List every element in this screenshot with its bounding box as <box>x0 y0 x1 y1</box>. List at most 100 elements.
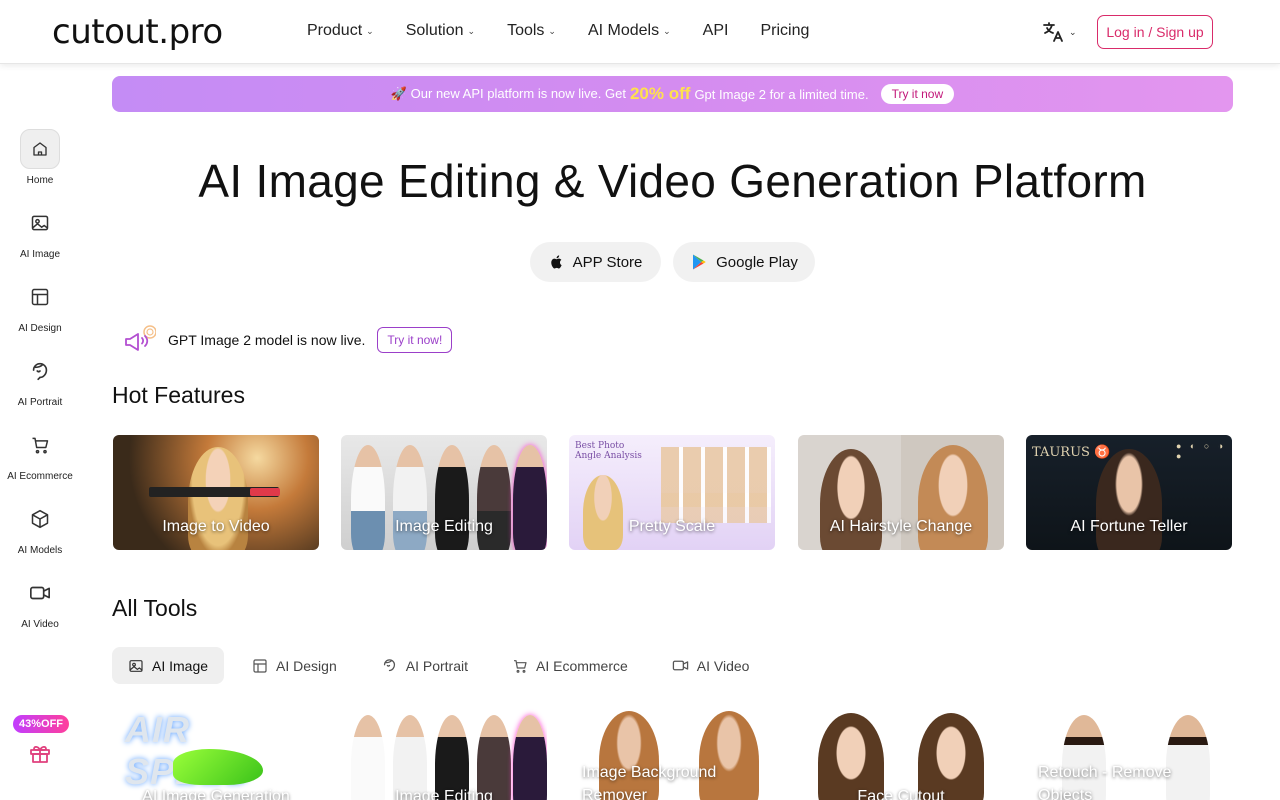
chevron-down-icon: ⌄ <box>663 25 671 36</box>
tool-card-image-editing[interactable]: Image Editing <box>341 705 547 800</box>
translate-icon <box>1043 22 1063 42</box>
tool-card-background-remover[interactable]: Image Background Remover <box>569 705 775 800</box>
tab-label: AI Video <box>696 657 750 674</box>
sidebar-item-label: AI Video <box>21 619 59 630</box>
discount-badge[interactable]: 43%OFF <box>13 715 70 733</box>
chevron-down-icon: ⌄ <box>366 25 374 36</box>
card-label: Image Editing <box>395 788 493 800</box>
card-label: AI Image Generation <box>142 788 290 800</box>
nav-pricing[interactable]: Pricing <box>760 22 809 40</box>
feature-card-ai-fortune-teller[interactable]: TAURUS ♉ ● ◐ ○ ◑ ● AI Fortune Teller <box>1026 435 1232 550</box>
tab-label: AI Design <box>276 657 337 674</box>
announcement-text: GPT Image 2 model is now live. <box>168 332 366 348</box>
card-label: Image Background Remover <box>582 764 717 800</box>
nav-solution-label: Solution <box>405 22 464 39</box>
nav-solution[interactable]: Solution ⌄ <box>406 22 475 40</box>
nav-api-label: API <box>702 22 729 39</box>
logo[interactable]: cutout.pro <box>52 12 223 52</box>
nav-product-label: Product <box>307 22 363 39</box>
tool-card-ai-image-generation[interactable]: AIR SPEED AI Image Generation <box>113 705 319 800</box>
sidebar-item-ai-models[interactable]: AI Models <box>0 499 80 556</box>
tab-ai-portrait[interactable]: AI Portrait <box>365 647 484 684</box>
card-label: Face Cutout <box>857 788 945 800</box>
tab-label: AI Image <box>152 657 209 674</box>
main-nav: Product ⌄ Solution ⌄ Tools ⌄ AI Models ⌄ API… <box>307 22 841 40</box>
banner-highlight: 20% off <box>629 84 691 103</box>
card-label: Image to Video <box>162 518 270 535</box>
card-label: Retouch - Remove Objects <box>1038 764 1172 800</box>
nav-ai-models-label: AI Models <box>587 22 660 39</box>
cube-icon <box>20 499 60 539</box>
chevron-down-icon: ⌄ <box>1069 26 1077 37</box>
model-announcement: GPT Image 2 model is now live. Try it no… <box>122 322 453 358</box>
login-signup-button[interactable]: Log in / Sign up <box>1097 15 1213 49</box>
sidebar-item-label: AI Image <box>19 249 61 260</box>
layout-icon <box>253 658 267 673</box>
apple-icon <box>550 255 562 269</box>
tool-card-retouch[interactable]: Retouch - Remove Objects <box>1026 705 1232 800</box>
google-play-label: Google Play <box>716 253 798 271</box>
page-title: AI Image Editing & Video Generation Plat… <box>198 155 1147 207</box>
sidebar-item-label: AI Portrait <box>17 397 63 408</box>
cart-icon <box>20 425 60 465</box>
promo-banner: 🚀 Our new API platform is now live. Get … <box>112 76 1233 112</box>
feature-card-pretty-scale[interactable]: Best Photo Angle Analysis Pretty Scale <box>569 435 775 550</box>
card-image-text: Best Photo Angle Analysis <box>575 441 642 461</box>
feature-card-image-to-video[interactable]: Image to Video <box>113 435 319 550</box>
video-icon <box>672 660 689 671</box>
banner-try-button[interactable]: Try it now <box>880 84 955 104</box>
tab-label: AI Portrait <box>405 657 468 674</box>
chevron-down-icon: ⌄ <box>548 25 556 36</box>
image-icon <box>20 203 60 243</box>
moon-phases: ● ◐ ○ ◑ ● <box>1176 441 1227 461</box>
nav-pricing-label: Pricing <box>760 22 810 39</box>
card-label: Image Editing <box>395 518 493 535</box>
home-icon <box>20 129 60 169</box>
sidebar-item-home[interactable]: Home <box>0 129 80 186</box>
announcement-try-button[interactable]: Try it now! <box>377 327 453 353</box>
nav-tools[interactable]: Tools ⌄ <box>507 22 556 40</box>
tab-label: AI Ecommerce <box>535 657 628 674</box>
nav-ai-models[interactable]: AI Models ⌄ <box>588 22 671 40</box>
portrait-icon <box>383 659 395 672</box>
sidebar-item-label: AI Ecommerce <box>7 471 73 482</box>
feature-card-image-editing[interactable]: Image Editing <box>341 435 547 550</box>
cart-icon <box>513 659 527 673</box>
portrait-icon <box>20 351 60 391</box>
tab-ai-video[interactable]: AI Video <box>656 647 766 684</box>
tab-ai-design[interactable]: AI Design <box>236 647 353 684</box>
image-icon <box>129 659 143 672</box>
all-tools-title: All Tools <box>112 595 198 621</box>
banner-text-after: Gpt Image 2 for a limited time. <box>694 86 869 102</box>
sidebar-item-ai-video[interactable]: AI Video <box>0 573 80 630</box>
google-play-icon <box>693 254 706 270</box>
card-label: Pretty Scale <box>628 518 716 535</box>
sidebar-item-label: AI Models <box>17 545 63 556</box>
feature-card-ai-hairstyle[interactable]: AI Hairstyle Change <box>798 435 1004 550</box>
tool-tabs: AI Image AI Design AI Portrait AI Ecomme… <box>112 647 777 684</box>
sidebar-item-label: Home <box>26 175 54 186</box>
app-store-label: APP Store <box>572 253 643 271</box>
top-header: cutout.pro Product ⌄ Solution ⌄ Tools ⌄ AI … <box>0 0 1280 64</box>
sidebar-item-ai-design[interactable]: AI Design <box>0 277 80 334</box>
sidebar-item-ai-ecommerce[interactable]: AI Ecommerce <box>0 425 80 482</box>
language-selector[interactable]: ⌄ <box>1041 20 1077 44</box>
card-image-text: TAURUS ♉ <box>1032 445 1111 460</box>
video-bar-button <box>250 488 280 496</box>
nav-product[interactable]: Product ⌄ <box>307 22 374 40</box>
tab-ai-ecommerce[interactable]: AI Ecommerce <box>496 647 644 684</box>
sidebar-item-ai-portrait[interactable]: AI Portrait <box>0 351 80 408</box>
layout-icon <box>20 277 60 317</box>
banner-text: 🚀 Our new API platform is now live. Get <box>390 86 626 101</box>
tab-ai-image[interactable]: AI Image <box>112 647 225 684</box>
sidebar-item-ai-image[interactable]: AI Image <box>0 203 80 260</box>
gift-icon[interactable] <box>28 741 52 770</box>
sidebar-item-label: AI Design <box>18 323 62 334</box>
card-label: AI Hairstyle Change <box>829 518 973 535</box>
megaphone-icon <box>125 325 156 351</box>
tool-card-face-cutout[interactable]: Face Cutout <box>798 705 1004 800</box>
card-image <box>583 475 623 550</box>
nav-api[interactable]: API <box>703 22 729 40</box>
app-store-button[interactable]: APP Store <box>530 242 661 282</box>
google-play-button[interactable]: Google Play <box>673 242 815 282</box>
